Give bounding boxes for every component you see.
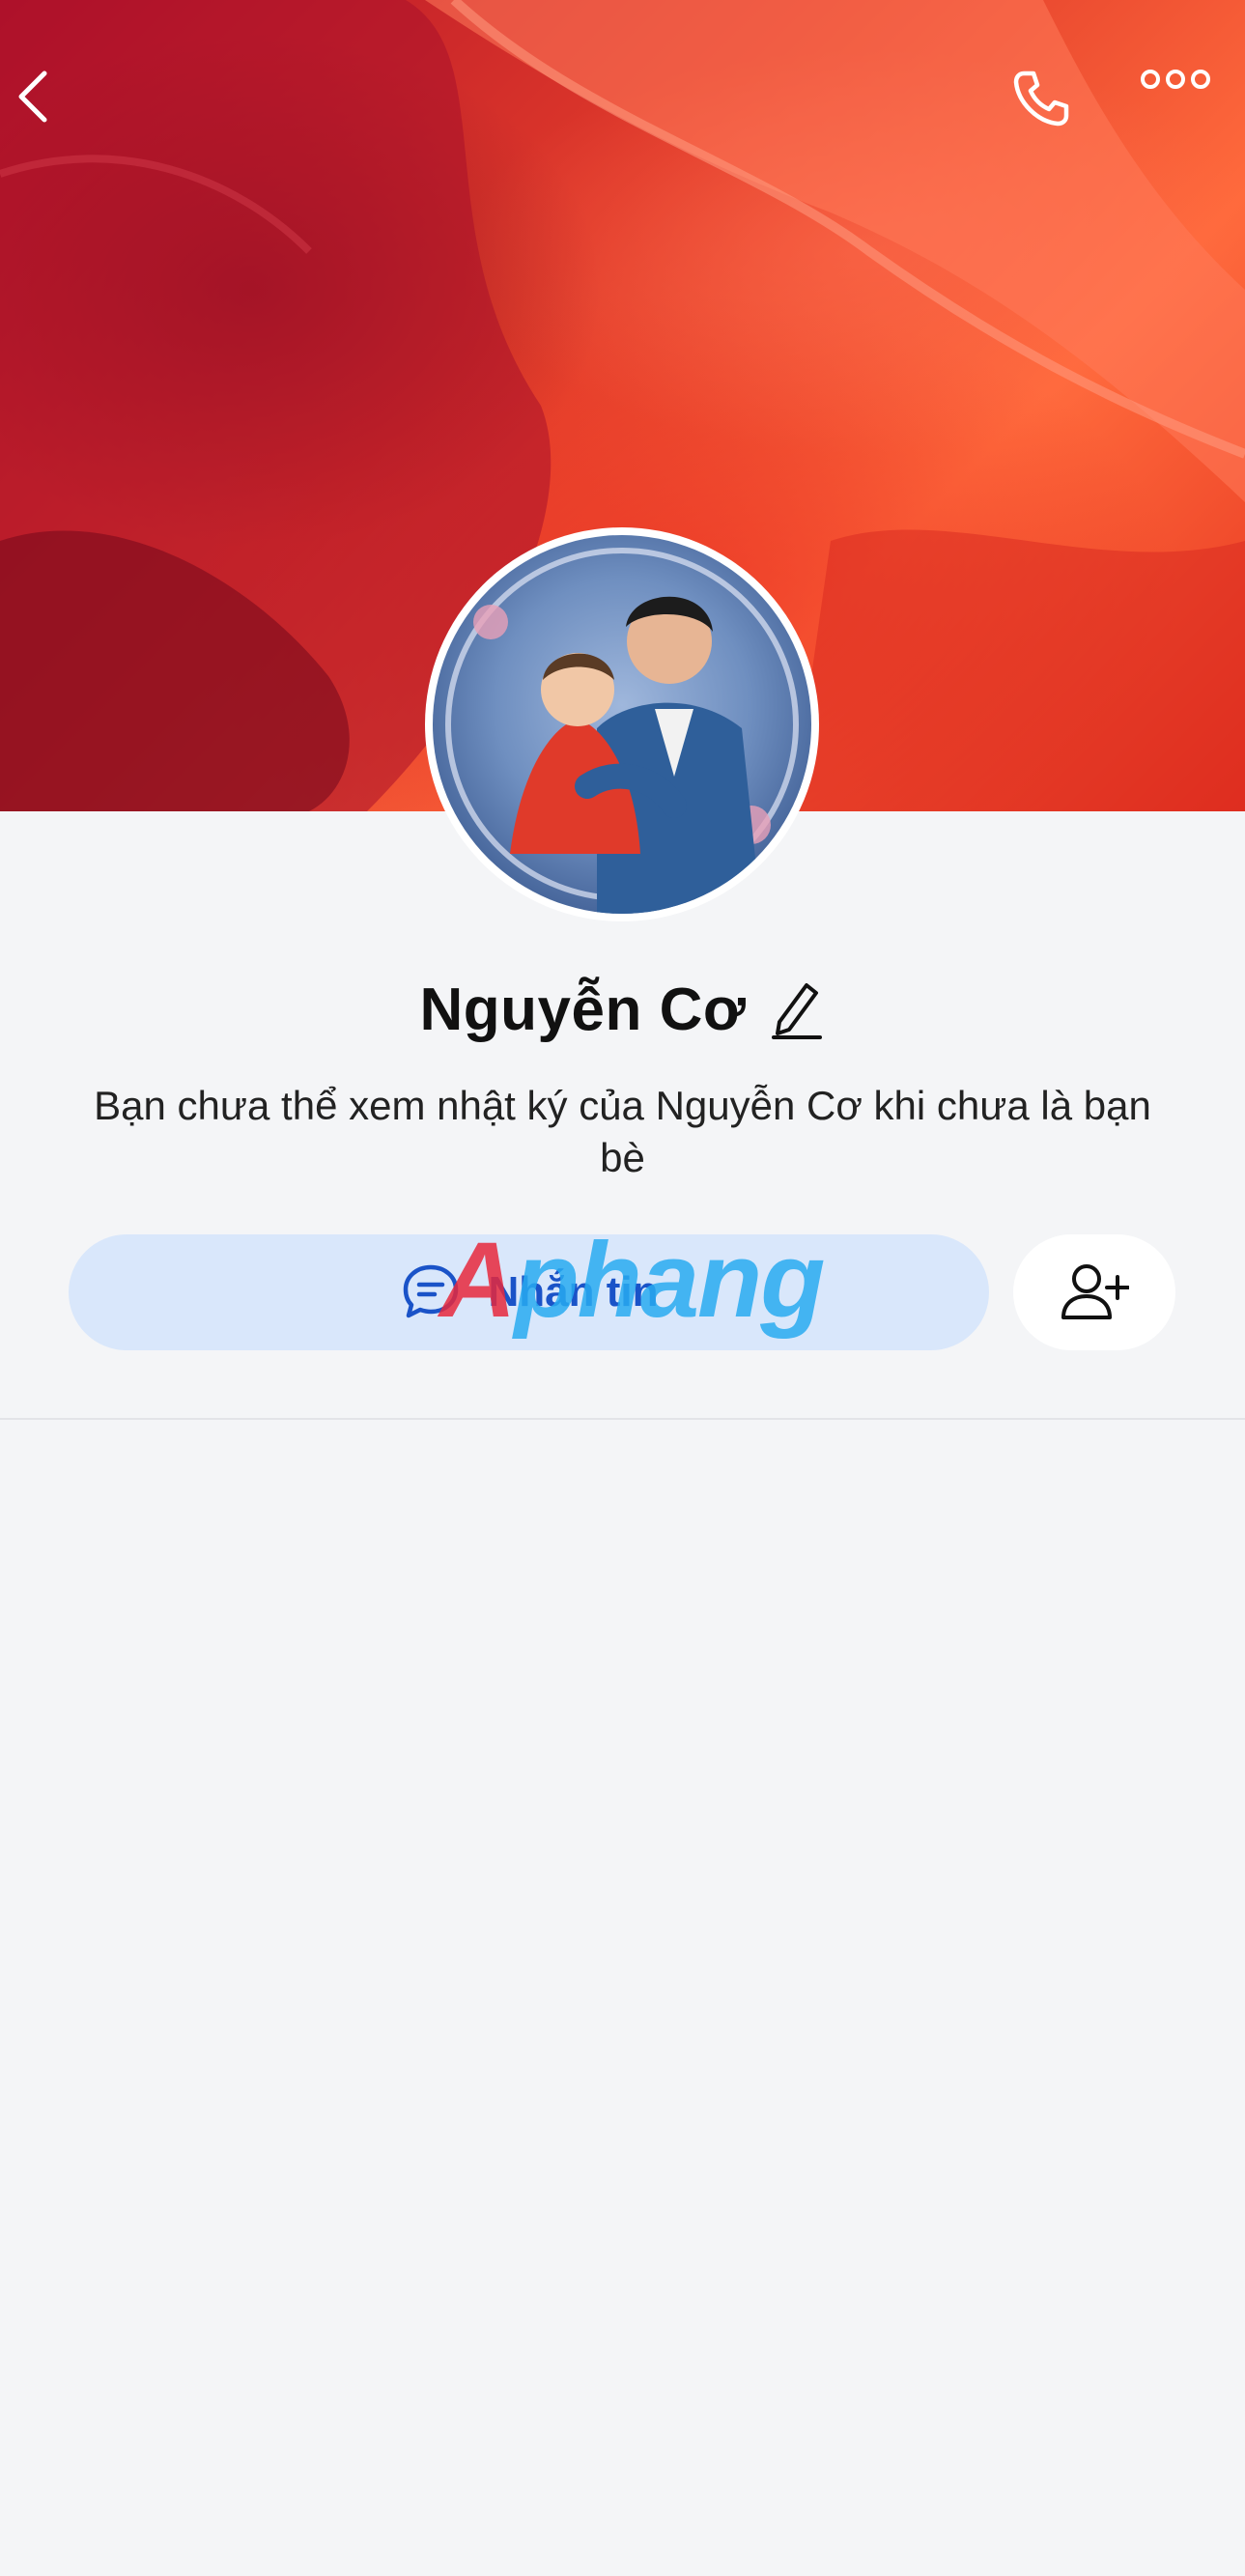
more-horizontal-icon	[1141, 70, 1210, 89]
message-button-label: Nhắn tin	[488, 1268, 659, 1316]
edit-name-button[interactable]	[767, 976, 825, 1043]
pencil-icon	[772, 983, 823, 1039]
back-button[interactable]	[14, 68, 100, 155]
profile-screen: Nguyễn Cơ Bạn chưa thể xem nhật ký của N…	[0, 0, 1245, 2576]
add-friend-button[interactable]	[1013, 1234, 1175, 1350]
user-plus-icon	[1061, 1264, 1129, 1319]
section-divider	[0, 1418, 1245, 1420]
more-button[interactable]	[1140, 68, 1236, 155]
avatar-photo	[445, 548, 799, 914]
avatar	[433, 535, 811, 914]
profile-name-row: Nguyễn Cơ	[0, 966, 1245, 1053]
profile-name: Nguyễn Cơ	[419, 976, 747, 1043]
chat-bubble-icon	[403, 1264, 458, 1318]
call-button[interactable]	[1010, 68, 1097, 155]
privacy-notice: Bạn chưa thể xem nhật ký của Nguyễn Cơ k…	[94, 1083, 1151, 1180]
avatar-frame[interactable]	[425, 527, 819, 921]
phone-icon	[1013, 71, 1069, 127]
chevron-left-icon	[18, 71, 47, 123]
message-button[interactable]: Nhắn tin	[69, 1234, 989, 1350]
